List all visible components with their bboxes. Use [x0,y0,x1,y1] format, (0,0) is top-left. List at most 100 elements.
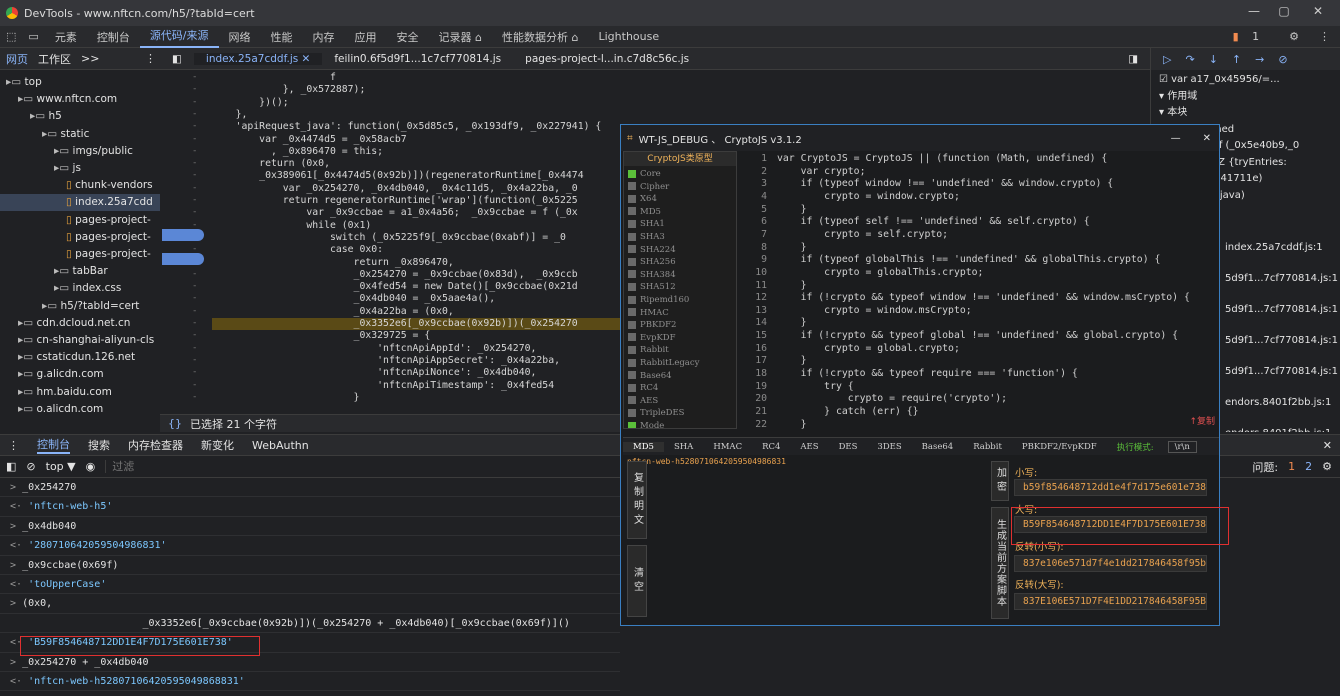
line-number[interactable]: - [192,306,197,316]
algo-tab[interactable]: Rabbit [963,442,1012,452]
prototype-item[interactable]: Base64 [628,370,672,383]
tab-page[interactable]: 网页 [6,51,28,67]
encrypt-button[interactable]: 加密 [991,461,1009,501]
editor-tab-index[interactable]: index.25a7cddf.js ✕ [193,52,323,65]
close-button[interactable]: ✕ [1304,4,1332,22]
minimize-button[interactable]: — [1240,4,1268,22]
algo-tab[interactable]: 3DES [867,442,911,452]
tab-sources[interactable]: 源代码/来源 [139,26,219,48]
drawer-tab-console[interactable]: 控制台 [37,436,70,454]
scope-entry[interactable]: 5d9f1...7cf770814.js:1 [1225,271,1338,287]
lower-output[interactable]: b59f854648712dd1e4f7d175e601e738 [1014,479,1207,496]
editor-tab-feilin[interactable]: feilin0.6f5d9f1...1c7cf770814.js [322,53,513,65]
issue-count-info[interactable]: 2 [1305,460,1312,473]
inspect-icon[interactable]: ⬚ [0,30,22,43]
tab-memory[interactable]: 内存 [303,29,345,45]
line-number[interactable]: - [192,392,197,402]
file-tree-item[interactable]: ▸▭ g.alicdn.com [0,366,160,383]
file-tree-item[interactable]: ▸▭ o.alicdn.com [0,401,160,418]
step-over-icon[interactable]: ↷ [1185,53,1194,66]
file-tree-item[interactable]: ▯ chunk-vendors [0,177,160,194]
file-tree-item[interactable]: ▯ pages-project- [0,212,160,229]
algo-tab[interactable]: DES [829,442,868,452]
eye-icon[interactable]: ◉ [86,460,96,473]
prototype-item[interactable]: Rabbit [628,344,669,357]
file-tree-item[interactable]: ▸▭ js [0,160,160,177]
line-number[interactable]: - [192,281,197,291]
line-number[interactable]: - [192,207,197,217]
more-tabs-icon[interactable]: >> [81,52,99,65]
drawer-close-icon[interactable]: ✕ [1323,439,1340,452]
braces-icon[interactable]: {} [168,417,182,430]
prototype-item[interactable]: PBKDF2 [628,319,676,332]
file-tree-item[interactable]: ▯ index.25a7cdd [0,194,160,212]
issues-badge[interactable]: ▮ 1 [1223,30,1280,43]
step-icon[interactable]: → [1255,53,1264,66]
scope-entry[interactable]: 5d9f1...7cf770814.js:1 [1225,302,1338,318]
dialog-minimize-button[interactable]: — [1163,133,1189,144]
step-into-icon[interactable]: ↓ [1209,53,1218,66]
file-tree-item[interactable]: ▸▭ cdn.dcloud.net.cn [0,315,160,332]
prototype-item[interactable]: Ripemd160 [628,294,689,307]
prototype-item[interactable]: RabbitLegacy [628,357,699,370]
line-number[interactable]: - [192,367,197,377]
prototype-item[interactable]: Cipher [628,181,669,194]
line-number[interactable]: - [192,355,197,365]
prototype-item[interactable]: SHA512 [628,281,676,294]
algo-tab[interactable]: MD5 [623,441,664,452]
prototype-item[interactable]: SHA3 [628,231,665,244]
line-number[interactable]: - [192,183,197,193]
file-tree-item[interactable]: ▸▭ tabBar [0,263,160,280]
tab-elements[interactable]: 元素 [45,29,87,45]
prototype-item[interactable]: Core [628,168,661,181]
dialog-close-button[interactable]: ✕ [1195,133,1219,144]
line-number[interactable]: - [192,146,197,156]
navigator-menu-icon[interactable]: ⋮ [145,52,160,65]
generate-script-button[interactable]: 生成当前方案脚本 [991,507,1009,619]
prototype-item[interactable]: Mode [628,420,664,428]
line-number[interactable]: - [192,380,197,390]
scope-entry[interactable]: 5d9f1...7cf770814.js:1 [1225,333,1338,349]
line-number[interactable]: - [192,97,197,107]
tab-security[interactable]: 安全 [387,29,429,45]
restore-button[interactable]: ▢ [1270,4,1298,22]
code-editor[interactable]: f }, _0x572887); })(); }, 'apiRequest_ja… [212,70,627,415]
line-number[interactable]: - [192,318,197,328]
prototype-item[interactable]: EvpKDF [628,332,676,345]
line-number[interactable]: - [192,121,197,131]
drawer-tab-webauthn[interactable]: WebAuthn [252,439,309,452]
clear-button[interactable]: 清空 [627,545,647,617]
prototype-item[interactable]: TripleDES [628,407,684,420]
prototype-item[interactable]: SHA256 [628,256,676,269]
line-number[interactable]: - [192,134,197,144]
clear-console-icon[interactable]: ⊘ [26,460,35,473]
reverse-upper-output[interactable]: 837E106E571D7F4E1DD217846458F95B [1014,593,1207,610]
prototype-item[interactable]: SHA224 [628,244,676,257]
line-number[interactable]: - [192,343,197,353]
line-number[interactable]: - [192,170,197,180]
copy-link[interactable]: ↑复制 [1189,414,1215,427]
prototype-item[interactable]: RC4 [628,382,658,395]
prototype-item[interactable]: X64 [628,193,657,206]
device-toggle-icon[interactable]: ▭ [22,30,44,43]
tab-workspace[interactable]: 工作区 [38,51,71,67]
algo-tab[interactable]: SHA [664,442,703,452]
tab-performance-insights[interactable]: 性能数据分析 ⌂ [492,29,588,45]
line-number[interactable]: - [192,158,197,168]
scope-entry[interactable]: endors.8401f2bb.js:1 [1225,395,1331,411]
issues-label[interactable]: 问题: [1252,459,1278,475]
drawer-tab-changes[interactable]: 新变化 [201,437,234,453]
file-tree-item[interactable]: ▸▭ cn-shanghai-aliyun-cls [0,332,160,349]
algo-tab[interactable]: PBKDF2/EvpKDF [1012,442,1107,452]
prototype-item[interactable]: HMAC [628,307,669,320]
line-number[interactable]: - [192,72,197,82]
file-tree-item[interactable]: ▸▭ h5 [0,108,160,125]
file-tree-item[interactable]: ▯ pages-project- [0,246,160,263]
line-number[interactable]: - [192,195,197,205]
algo-tab[interactable]: RC4 [752,442,790,452]
file-tree-item[interactable]: ▸▭ hm.baidu.com [0,384,160,401]
prototype-item[interactable]: SHA384 [628,269,676,282]
more-menu-icon[interactable]: ⋮ [1309,30,1340,43]
tab-network[interactable]: 网络 [219,29,261,45]
file-tree-item[interactable]: ▯ pages-project- [0,229,160,246]
